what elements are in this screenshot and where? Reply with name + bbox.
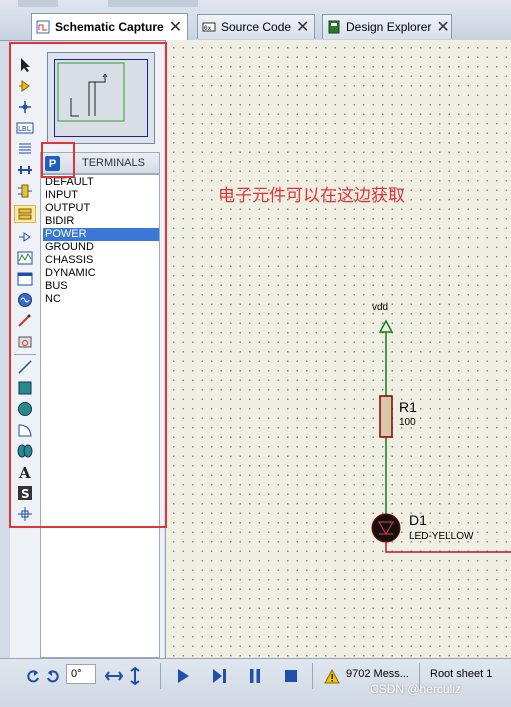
step-button[interactable] [208,665,230,687]
close-icon[interactable]: ✕ [296,19,309,35]
tab-strip: Schematic Capture ✕ 0x Source Code ✕ Des… [0,0,511,41]
led-value: LED-YELLOW [409,531,474,542]
close-icon[interactable]: ✕ [169,19,182,35]
schematic-canvas[interactable]: vdd R1 100 D1 LED-YELLOW [165,40,511,658]
warning-icon[interactable] [322,665,342,687]
svg-text:0x: 0x [204,25,212,32]
tab-label: Schematic Capture [55,20,164,34]
tab-label: Design Explorer [346,20,432,34]
resistor-value: 100 [399,417,416,428]
sheet-status: Root sheet 1 [430,668,493,680]
highlight-box [9,42,167,528]
mirror-horizontal-icon[interactable] [104,665,124,687]
design-explorer-icon [327,20,341,34]
tab-source-code[interactable]: 0x Source Code ✕ [197,14,315,39]
tab-design-explorer[interactable]: Design Explorer ✕ [322,14,452,39]
circuit-drawing [371,319,511,553]
tab-schematic-capture[interactable]: Schematic Capture ✕ [31,13,188,40]
resistor-body [379,395,393,438]
source-code-icon: 0x [202,20,216,34]
rotate-anticlockwise-icon[interactable] [44,665,62,687]
wire [385,542,511,553]
pause-button[interactable] [244,665,266,687]
messages-status[interactable]: 9702 Mess... [346,668,409,680]
toolbar-remnant [18,0,58,7]
mirror-vertical-icon[interactable] [126,665,144,687]
power-terminal-symbol [378,319,394,333]
separator [160,663,161,689]
rotate-clockwise-icon[interactable] [24,665,42,687]
toolbar-remnant [108,0,198,7]
play-button[interactable] [172,665,194,687]
watermark: CSDN @herculiz [370,682,461,696]
stop-button[interactable] [280,665,302,687]
power-label: vdd [372,302,389,313]
rotation-angle-field[interactable]: 0° [66,664,96,684]
resistor-ref: R1 [399,399,417,415]
highlight-box [41,142,75,178]
schematic-icon [36,20,50,34]
close-icon[interactable]: ✕ [436,19,449,35]
tab-label: Source Code [221,20,292,34]
led-ref: D1 [409,512,427,528]
separator [312,663,313,689]
annotation-text: 电子元件可以在这边获取 [218,186,405,206]
